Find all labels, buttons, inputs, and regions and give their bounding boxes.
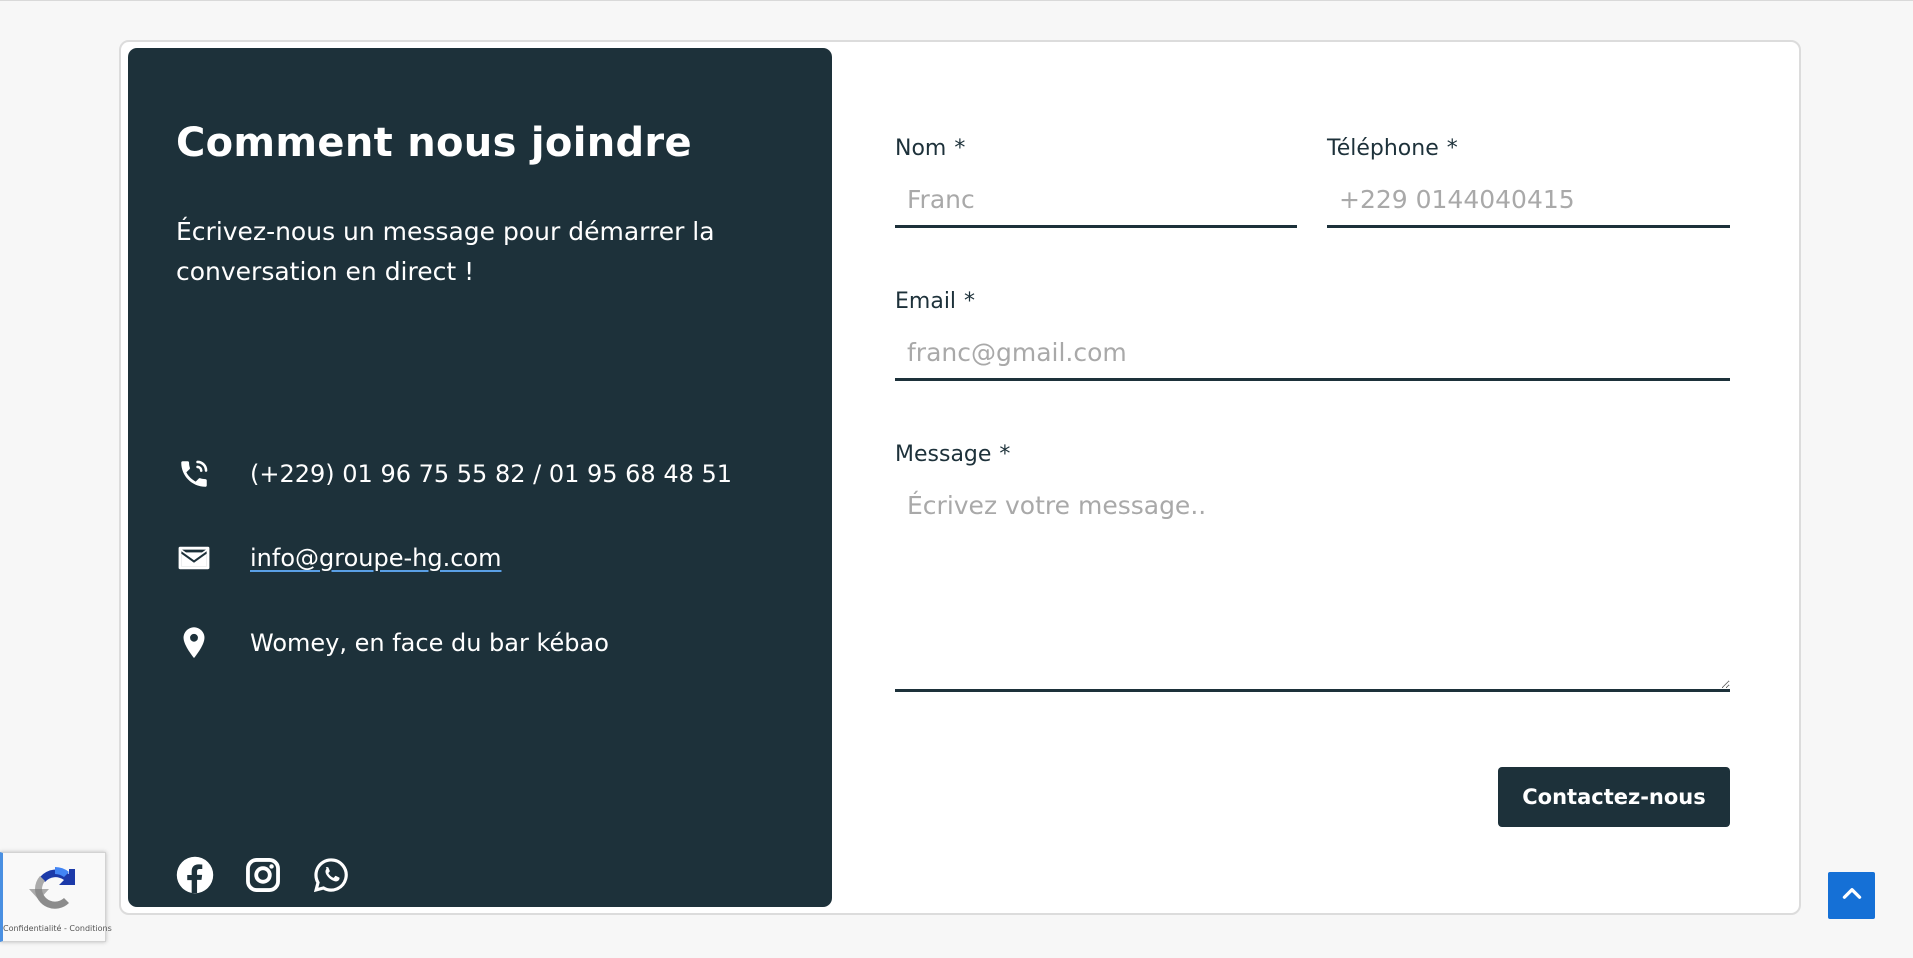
location-pin-icon: [176, 625, 212, 661]
phone-label: Téléphone *: [1327, 136, 1458, 161]
top-divider: [0, 0, 1913, 1]
contact-address-row: Womey, en face du bar kébao: [176, 623, 816, 663]
info-subtitle: Écrivez-nous un message pour démarrer la…: [176, 217, 715, 286]
whatsapp-icon[interactable]: [312, 856, 350, 894]
contact-phone-text: (+229) 01 96 75 55 82 / 01 95 68 48 51: [250, 460, 733, 488]
recaptcha-logo: [25, 859, 85, 919]
phone-icon: [176, 456, 212, 492]
contact-info-panel: Comment nous joindre Écrivez-nous un mes…: [128, 48, 832, 907]
recaptcha-legal-text[interactable]: Confidentialité - Conditions: [3, 924, 112, 933]
message-label: Message *: [895, 442, 1011, 467]
facebook-icon[interactable]: [176, 856, 214, 894]
envelope-icon: [176, 540, 212, 576]
scroll-to-top-button[interactable]: [1828, 872, 1875, 919]
message-textarea[interactable]: [895, 479, 1730, 692]
contact-address-text: Womey, en face du bar kébao: [250, 629, 609, 657]
phone-input[interactable]: [1327, 174, 1730, 228]
contact-phone-row: (+229) 01 96 75 55 82 / 01 95 68 48 51: [176, 454, 816, 494]
chevron-up-icon: [1839, 881, 1865, 910]
info-title: Comment nous joindre: [176, 120, 692, 166]
email-input[interactable]: [895, 327, 1730, 381]
social-links: [176, 856, 350, 894]
instagram-icon[interactable]: [244, 856, 282, 894]
name-label: Nom *: [895, 136, 966, 161]
submit-button[interactable]: Contactez-nous: [1498, 767, 1730, 827]
contact-email-row: info@groupe-hg.com: [176, 538, 816, 578]
recaptcha-badge[interactable]: Confidentialité - Conditions: [0, 852, 112, 942]
contact-email-link[interactable]: info@groupe-hg.com: [250, 544, 501, 572]
email-label: Email *: [895, 289, 976, 314]
name-input[interactable]: [895, 174, 1297, 228]
